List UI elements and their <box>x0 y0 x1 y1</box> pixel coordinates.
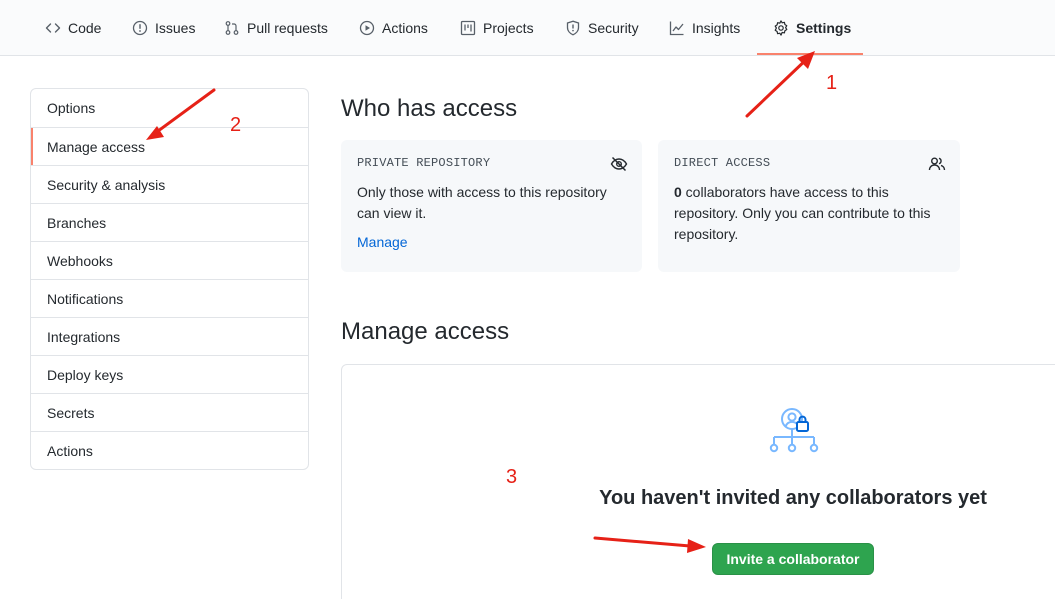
org-lock-icon <box>768 407 820 459</box>
sidebar-item-deploy-keys[interactable]: Deploy keys <box>31 355 308 393</box>
tab-label: Settings <box>796 20 852 36</box>
sidebar-item-integrations[interactable]: Integrations <box>31 317 308 355</box>
graph-icon <box>669 20 685 36</box>
tab-label: Projects <box>483 20 534 36</box>
card-label: DIRECT ACCESS <box>674 156 771 170</box>
issue-icon <box>132 20 148 36</box>
repo-nav: Code Issues Pull requests Actions Projec… <box>0 0 1055 56</box>
sidebar-item-label: Webhooks <box>47 253 113 269</box>
sidebar-item-label: Options <box>47 100 96 116</box>
sidebar-item-label: Secrets <box>47 405 95 421</box>
sidebar-item-label: Notifications <box>47 291 124 307</box>
eye-closed-icon <box>610 155 628 173</box>
empty-state-title: You haven't invited any collaborators ye… <box>599 487 987 509</box>
collaborator-count: 0 <box>674 184 682 200</box>
tab-projects[interactable]: Projects <box>460 0 534 56</box>
sidebar-item-label: Manage access <box>47 139 146 155</box>
settings-sidebar: Options Manage access Security & analysi… <box>30 88 309 470</box>
selected-tab-underline <box>757 53 863 55</box>
shield-icon <box>565 20 581 36</box>
sidebar-item-notifications[interactable]: Notifications <box>31 279 308 317</box>
sidebar-item-options[interactable]: Options <box>31 89 308 127</box>
pull-request-icon <box>224 20 240 36</box>
annotation-number-3: 3 <box>506 466 518 488</box>
sidebar-item-label: Deploy keys <box>47 367 124 383</box>
sidebar-item-label: Security & analysis <box>47 177 166 193</box>
direct-access-card: DIRECT ACCESS 0 collaborators have acces… <box>658 140 960 272</box>
play-icon <box>359 20 375 36</box>
tab-actions[interactable]: Actions <box>359 0 428 56</box>
sidebar-item-webhooks[interactable]: Webhooks <box>31 241 308 279</box>
arrow-1 <box>745 54 812 118</box>
sidebar-item-label: Actions <box>47 443 93 459</box>
sidebar-item-secrets[interactable]: Secrets <box>31 393 308 431</box>
manage-access-title: Manage access <box>341 318 510 345</box>
annotation-number-1: 1 <box>826 72 838 94</box>
manage-link[interactable]: Manage <box>357 234 408 250</box>
collaborators-box: You haven't invited any collaborators ye… <box>341 364 1055 599</box>
tab-label: Code <box>68 20 102 36</box>
gear-icon <box>773 20 789 36</box>
tab-code[interactable]: Code <box>45 0 101 56</box>
direct-access-text: collaborators have access to this reposi… <box>674 184 931 242</box>
sidebar-item-manage-access[interactable]: Manage access <box>31 127 308 165</box>
code-icon <box>45 20 61 36</box>
tab-settings[interactable]: Settings <box>773 0 851 56</box>
sidebar-item-actions[interactable]: Actions <box>31 431 308 469</box>
sidebar-item-label: Integrations <box>47 329 121 345</box>
project-icon <box>460 20 476 36</box>
tab-label: Actions <box>382 20 428 36</box>
tab-insights[interactable]: Insights <box>669 0 740 56</box>
private-repository-card: PRIVATE REPOSITORY Only those with acces… <box>341 140 642 272</box>
who-has-access-title: Who has access <box>341 95 518 122</box>
people-icon <box>928 155 946 173</box>
card-text: 0 collaborators have access to this repo… <box>674 182 944 245</box>
card-text: Only those with access to this repositor… <box>357 184 607 221</box>
card-label: PRIVATE REPOSITORY <box>357 156 491 170</box>
tab-label: Security <box>588 20 639 36</box>
tab-label: Insights <box>692 20 741 36</box>
tab-label: Issues <box>155 20 196 36</box>
sidebar-item-security-analysis[interactable]: Security & analysis <box>31 165 308 203</box>
tab-pull-requests[interactable]: Pull requests <box>224 0 328 56</box>
sidebar-item-branches[interactable]: Branches <box>31 203 308 241</box>
invite-collaborator-button[interactable]: Invite a collaborator <box>712 543 874 575</box>
annotation-number-2: 2 <box>230 114 242 136</box>
sidebar-item-label: Branches <box>47 215 107 231</box>
tab-issues[interactable]: Issues <box>132 0 195 56</box>
tab-security[interactable]: Security <box>565 0 639 56</box>
tab-label: Pull requests <box>247 20 328 36</box>
